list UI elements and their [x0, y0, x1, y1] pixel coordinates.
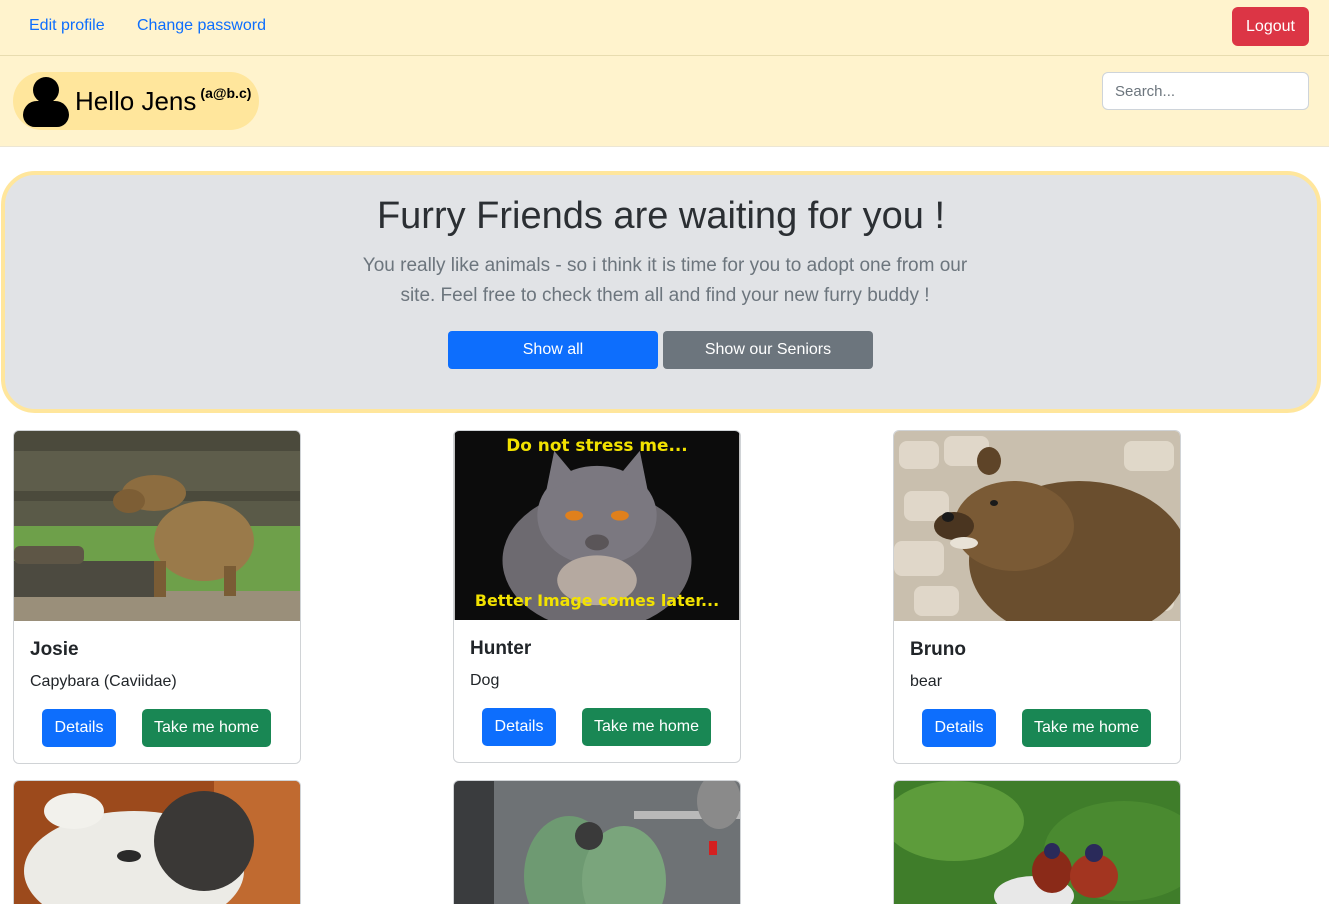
capybara-image: [14, 431, 300, 621]
llama-image: [14, 781, 300, 904]
image-caption-top: Do not stress me...: [506, 435, 687, 455]
logout-button[interactable]: Logout: [1232, 7, 1309, 46]
animal-species: Dog: [470, 672, 500, 689]
hero-title: Furry Friends are waiting for you !: [376, 195, 946, 237]
show-seniors-button[interactable]: Show our Seniors: [663, 331, 873, 369]
animal-card: Bruno bear Details Take me home: [893, 430, 1181, 764]
animal-card: Do not stress me... Better Image comes l…: [453, 430, 741, 763]
details-button[interactable]: Details: [922, 709, 996, 747]
change-password-link[interactable]: Change password: [137, 17, 266, 35]
butterfly-image: [894, 781, 1180, 904]
animal-species: bear: [910, 673, 943, 690]
edit-profile-link[interactable]: Edit profile: [29, 17, 105, 35]
take-me-home-button[interactable]: Take me home: [582, 708, 711, 746]
image-caption-bottom: Better Image comes later...: [475, 591, 719, 610]
take-me-home-button[interactable]: Take me home: [142, 709, 271, 747]
hero-jumbotron: Furry Friends are waiting for you ! You …: [1, 171, 1321, 413]
greeting-text: Hello Jens: [75, 85, 197, 116]
user-email: (a@b.c): [200, 85, 252, 101]
details-button[interactable]: Details: [42, 709, 116, 747]
take-me-home-button[interactable]: Take me home: [1022, 709, 1151, 747]
grumpy-cat-image: Do not stress me... Better Image comes l…: [454, 431, 740, 620]
search-input[interactable]: [1102, 72, 1309, 110]
animal-card: [453, 780, 741, 904]
parrots-image: [454, 781, 740, 904]
animal-card: [893, 780, 1181, 904]
user-header: Hello Jens (a@b.c): [0, 56, 1329, 147]
animal-name: Bruno: [910, 639, 966, 660]
hero-lead-text: You really like animals - so i think it …: [362, 255, 968, 306]
animal-name: Josie: [30, 639, 79, 660]
user-avatar-icon: [21, 75, 71, 127]
animal-card: [13, 780, 301, 904]
details-button[interactable]: Details: [482, 708, 556, 746]
animal-card: Josie Capybara (Caviidae) Details Take m…: [13, 430, 301, 764]
animal-species: Capybara (Caviidae): [30, 673, 177, 690]
top-navbar: Edit profile Change password Logout: [0, 0, 1329, 56]
animal-name: Hunter: [470, 638, 532, 659]
show-all-button[interactable]: Show all: [448, 331, 658, 369]
bear-image: [894, 431, 1180, 621]
user-greeting-badge: Hello Jens (a@b.c): [13, 72, 260, 130]
